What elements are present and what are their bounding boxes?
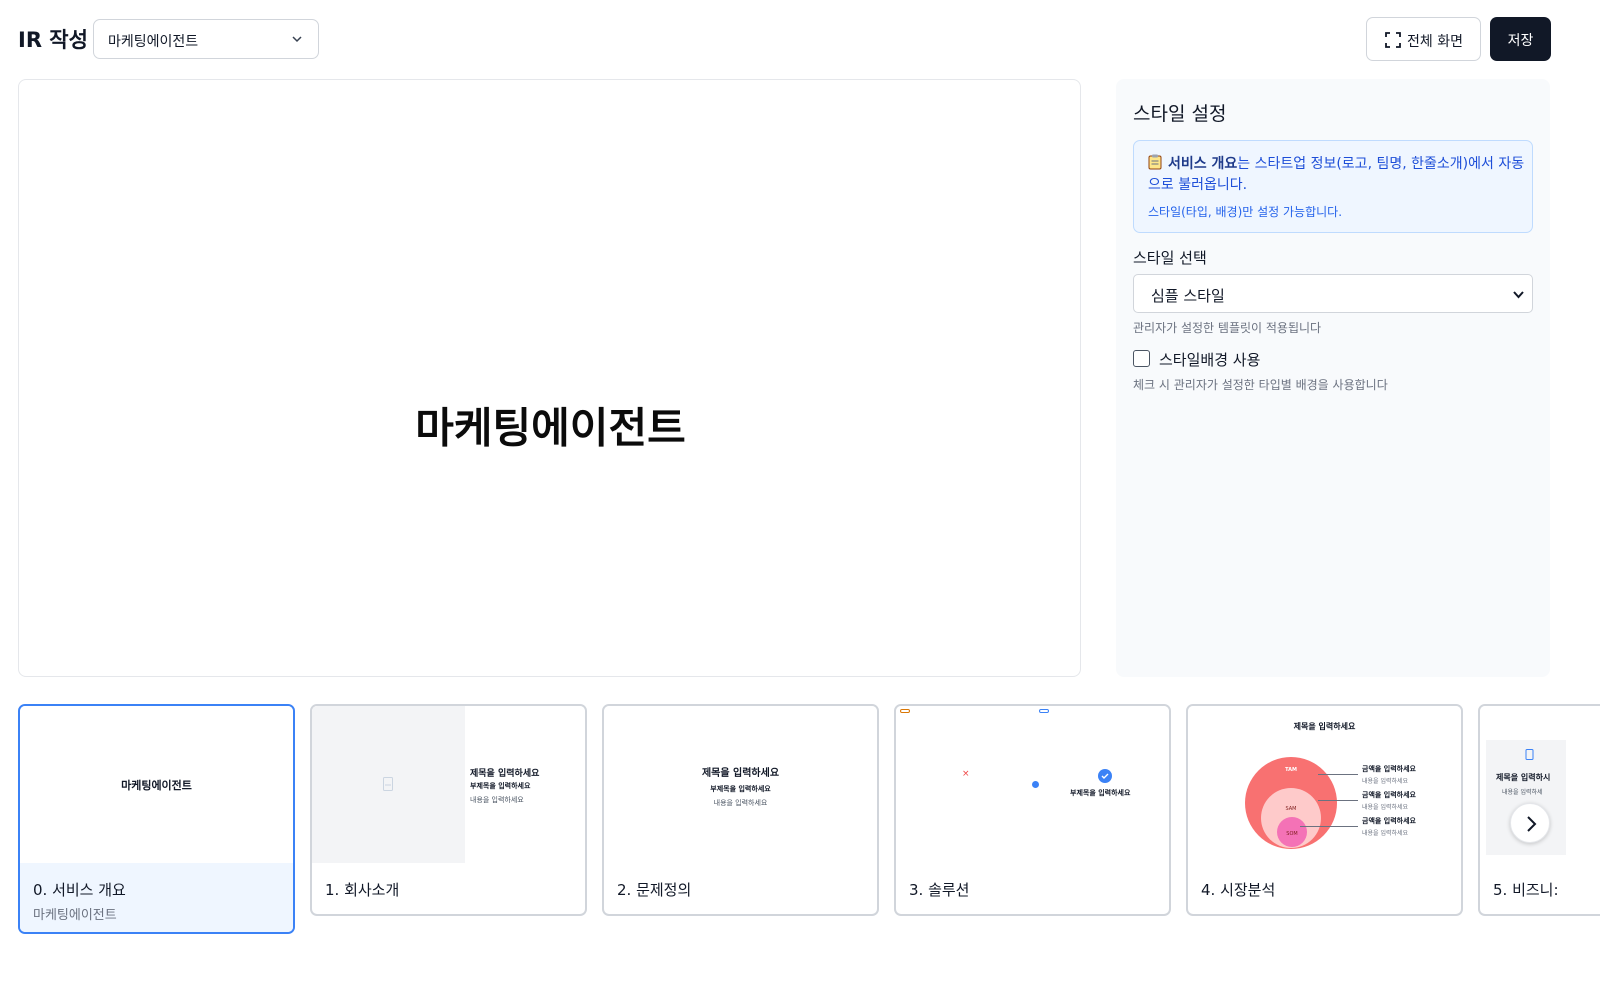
clipboard-icon <box>1148 154 1162 170</box>
project-select-value: 마케팅에이전트 <box>108 34 199 50</box>
chevron-right-icon <box>1527 816 1537 832</box>
page-title: IR 작성 <box>18 28 88 52</box>
info-sub: 스타일(타입, 배경)만 설정 가능합니다. <box>1148 205 1343 219</box>
style-select[interactable]: 심플 스타일 <box>1133 274 1533 313</box>
thumb-body: 내용을 입력하세요 <box>470 796 524 804</box>
slide-card-1[interactable]: 제목을 입력하세요 부제목을 입력하세요 내용을 입력하세요 1. 회사소개 <box>310 704 587 916</box>
slide-card-3[interactable]: × 부제목을 입력하세요 3. 솔루션 <box>894 704 1171 916</box>
slide-label: 3. 솔루션 <box>909 881 970 899</box>
sam-label: SAM <box>1285 806 1297 812</box>
slide-strip: 마케팅에이전트 0. 서비스 개요 마케팅에이전트 제목을 입력하세요 부제목을… <box>0 700 1600 940</box>
fullscreen-icon <box>1385 32 1401 48</box>
connector-line <box>1318 774 1358 775</box>
next-slides-button[interactable] <box>1510 803 1550 843</box>
tam-label: TAM <box>1285 767 1297 773</box>
som-label: SOM <box>1286 831 1298 837</box>
info-box: 서비스 개요는 스타트업 정보(로고, 팀명, 한줄소개)에서 자동으로 불러옵… <box>1133 140 1533 233</box>
slide-caption: 3. 솔루션 <box>896 863 1169 914</box>
fullscreen-label: 전체 화면 <box>1407 34 1463 50</box>
thumb-subtitle: 부제목을 입력하세요 <box>1070 789 1131 797</box>
thumb-title: 제목을 입력하세요 <box>701 768 780 779</box>
slide-card-0[interactable]: 마케팅에이전트 0. 서비스 개요 마케팅에이전트 <box>18 704 295 934</box>
thumb-title: 제목을 입력하시 <box>1496 773 1551 782</box>
slide-caption: 4. 시장분석 <box>1188 863 1461 914</box>
connector-line <box>1300 826 1358 827</box>
amount-body: 내용을 입력하세요 <box>1362 778 1409 785</box>
slide-thumbnail: 제목을 입력하세요 부제목을 입력하세요 내용을 입력하세요 <box>604 706 877 863</box>
image-icon <box>383 777 393 791</box>
connector-line <box>1318 800 1358 801</box>
slide-thumbnail: 마케팅에이전트 <box>20 706 293 863</box>
amount-label: 금액을 입력하세요 <box>1362 791 1416 799</box>
amount-label: 금액을 입력하세요 <box>1362 765 1416 773</box>
save-label: 저장 <box>1507 33 1534 49</box>
chevron-down-icon <box>292 36 302 43</box>
save-button[interactable]: 저장 <box>1490 17 1551 61</box>
style-select-value: 심플 스타일 <box>1151 287 1225 305</box>
slide-thumbnail: 제목을 입력하세요 TAM SAM SOM 금액을 입력하세요 내용을 입력하세… <box>1188 706 1461 863</box>
slide-label: 4. 시장분석 <box>1201 881 1276 899</box>
header: IR 작성 마케팅에이전트 전체 화면 저장 <box>0 0 1600 78</box>
slide-caption: 5. 비즈니: <box>1480 863 1600 914</box>
thumb-body: 내용을 입력하세 <box>1502 789 1543 796</box>
slide-label: 0. 서비스 개요 <box>33 881 126 899</box>
phone-icon <box>1525 749 1534 760</box>
slide-card-4[interactable]: 제목을 입력하세요 TAM SAM SOM 금액을 입력하세요 내용을 입력하세… <box>1186 704 1463 916</box>
bg-checkbox[interactable] <box>1133 350 1150 367</box>
info-text: 서비스 개요는 스타트업 정보(로고, 팀명, 한줄소개)에서 자동으로 불러옵… <box>1148 154 1528 196</box>
thumb-subtitle: 부제목을 입력하세요 <box>470 782 531 790</box>
handle-marker <box>900 709 910 713</box>
style-select-label: 스타일 선택 <box>1133 249 1207 267</box>
bg-checkbox-label[interactable]: 스타일배경 사용 <box>1159 349 1260 370</box>
thumb-title: 제목을 입력하세요 <box>470 769 540 779</box>
slide-label: 1. 회사소개 <box>325 881 400 899</box>
slide-label: 2. 문제정의 <box>617 881 692 899</box>
style-hint: 관리자가 설정한 템플릿이 적용됩니다 <box>1133 321 1322 335</box>
slide-canvas[interactable]: 마케팅에이전트 <box>18 79 1081 677</box>
close-icon: × <box>962 769 970 779</box>
image-placeholder <box>312 706 465 863</box>
slide-title[interactable]: 마케팅에이전트 <box>19 395 1082 456</box>
slide-sublabel: 마케팅에이전트 <box>33 908 117 923</box>
thumb-subtitle: 부제목을 입력하세요 <box>710 785 771 793</box>
fullscreen-button[interactable]: 전체 화면 <box>1366 17 1481 61</box>
amount-body: 내용을 입력하세요 <box>1362 830 1409 837</box>
project-select[interactable]: 마케팅에이전트 <box>93 19 319 59</box>
thumb-title: 마케팅에이전트 <box>121 779 192 792</box>
panel-title: 스타일 설정 <box>1133 103 1227 125</box>
amount-label: 금액을 입력하세요 <box>1362 817 1416 825</box>
chevron-down-icon <box>1513 291 1524 299</box>
slide-label: 5. 비즈니: <box>1493 881 1559 899</box>
slide-caption: 1. 회사소개 <box>312 863 585 914</box>
bg-hint: 체크 시 관리자가 설정한 타입별 배경을 사용합니다 <box>1133 378 1388 392</box>
slide-caption: 0. 서비스 개요 마케팅에이전트 <box>20 863 293 932</box>
thumb-title: 제목을 입력하세요 <box>1293 722 1356 731</box>
info-bold: 서비스 개요 <box>1168 156 1238 172</box>
slide-card-2[interactable]: 제목을 입력하세요 부제목을 입력하세요 내용을 입력하세요 2. 문제정의 <box>602 704 879 916</box>
slide-thumbnail: × 부제목을 입력하세요 <box>896 706 1169 863</box>
amount-body: 내용을 입력하세요 <box>1362 804 1409 811</box>
style-panel: 스타일 설정 서비스 개요는 스타트업 정보(로고, 팀명, 한줄소개)에서 자… <box>1116 79 1550 677</box>
slide-thumbnail: 제목을 입력하세요 부제목을 입력하세요 내용을 입력하세요 <box>312 706 585 863</box>
dot-marker <box>1032 781 1039 788</box>
check-icon <box>1098 769 1112 783</box>
slide-caption: 2. 문제정의 <box>604 863 877 914</box>
handle-marker <box>1039 709 1049 713</box>
thumb-body: 내용을 입력하세요 <box>713 799 768 807</box>
